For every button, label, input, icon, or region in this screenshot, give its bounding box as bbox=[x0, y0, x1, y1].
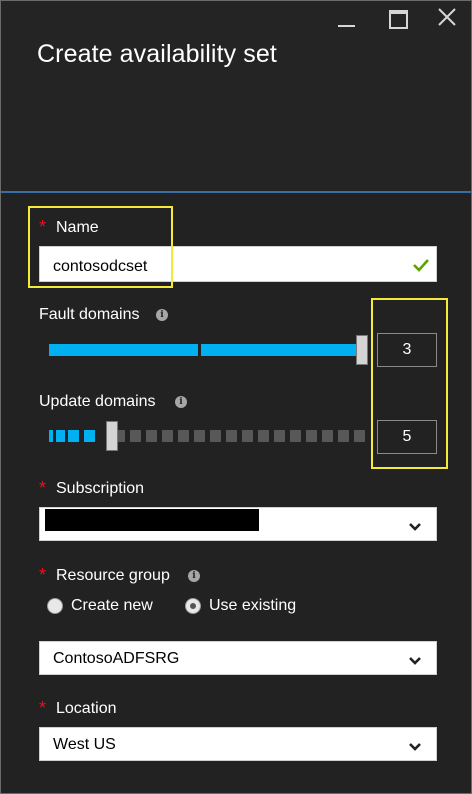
update-domains-tick bbox=[194, 430, 205, 442]
header-divider bbox=[1, 191, 471, 193]
required-marker: * bbox=[39, 698, 47, 718]
create-new-label[interactable]: Create new bbox=[71, 597, 153, 615]
info-icon[interactable]: i bbox=[188, 570, 200, 582]
create-availability-set-blade: Create availability set * Name contosodc… bbox=[0, 0, 472, 794]
chevron-down-icon bbox=[408, 739, 422, 757]
chevron-down-icon bbox=[408, 519, 422, 537]
update-domains-tick bbox=[162, 430, 173, 442]
resource-group-label: Resource group bbox=[56, 567, 170, 584]
update-domains-tick bbox=[306, 430, 317, 442]
update-domains-tick bbox=[146, 430, 157, 442]
subscription-label: Subscription bbox=[56, 480, 145, 497]
checkmark-icon bbox=[412, 258, 430, 277]
update-domains-slider-thumb[interactable] bbox=[106, 421, 118, 451]
update-domains-tick bbox=[130, 430, 141, 442]
info-icon[interactable]: i bbox=[156, 309, 168, 321]
info-icon[interactable]: i bbox=[175, 396, 187, 408]
fault-domains-label: Fault domains bbox=[39, 306, 140, 323]
update-domains-tick bbox=[226, 430, 237, 442]
required-marker: * bbox=[39, 478, 47, 498]
required-marker: * bbox=[39, 565, 47, 585]
update-domains-tick bbox=[68, 430, 79, 442]
update-domains-tick bbox=[338, 430, 349, 442]
use-existing-label[interactable]: Use existing bbox=[209, 597, 296, 615]
maximize-icon[interactable] bbox=[388, 7, 410, 29]
create-new-radio[interactable] bbox=[47, 598, 63, 614]
fault-domains-segment bbox=[201, 344, 356, 356]
resource-group-dropdown[interactable]: ContosoADFSRG bbox=[39, 641, 437, 675]
redacted-value bbox=[45, 509, 259, 531]
chevron-down-icon bbox=[408, 653, 422, 671]
page-title: Create availability set bbox=[37, 40, 277, 68]
update-domains-tick bbox=[354, 430, 365, 442]
blade-header: Create availability set bbox=[1, 1, 471, 191]
update-domains-tick bbox=[290, 430, 301, 442]
minimize-icon[interactable] bbox=[336, 7, 358, 29]
resource-group-value: ContosoADFSRG bbox=[53, 650, 180, 667]
use-existing-radio[interactable] bbox=[185, 598, 201, 614]
location-label: Location bbox=[56, 700, 117, 717]
update-domains-tick bbox=[210, 430, 221, 442]
highlight-box-name bbox=[28, 206, 173, 288]
subscription-dropdown[interactable] bbox=[39, 507, 437, 541]
update-domains-label: Update domains bbox=[39, 393, 156, 410]
update-domains-tick bbox=[56, 430, 65, 442]
update-domains-tick bbox=[258, 430, 269, 442]
update-domains-tick bbox=[322, 430, 333, 442]
update-domains-tick bbox=[242, 430, 253, 442]
update-domains-tick bbox=[178, 430, 189, 442]
update-domains-slider[interactable] bbox=[49, 421, 369, 451]
update-domains-tick bbox=[49, 430, 53, 442]
fault-domains-slider-thumb[interactable] bbox=[356, 335, 368, 365]
highlight-box-domains bbox=[371, 298, 448, 469]
update-domains-tick bbox=[84, 430, 95, 442]
close-icon[interactable] bbox=[437, 7, 459, 29]
fault-domains-segment bbox=[49, 344, 198, 356]
location-value: West US bbox=[53, 736, 116, 753]
location-dropdown[interactable]: West US bbox=[39, 727, 437, 761]
update-domains-tick bbox=[274, 430, 285, 442]
fault-domains-slider[interactable] bbox=[49, 335, 371, 365]
